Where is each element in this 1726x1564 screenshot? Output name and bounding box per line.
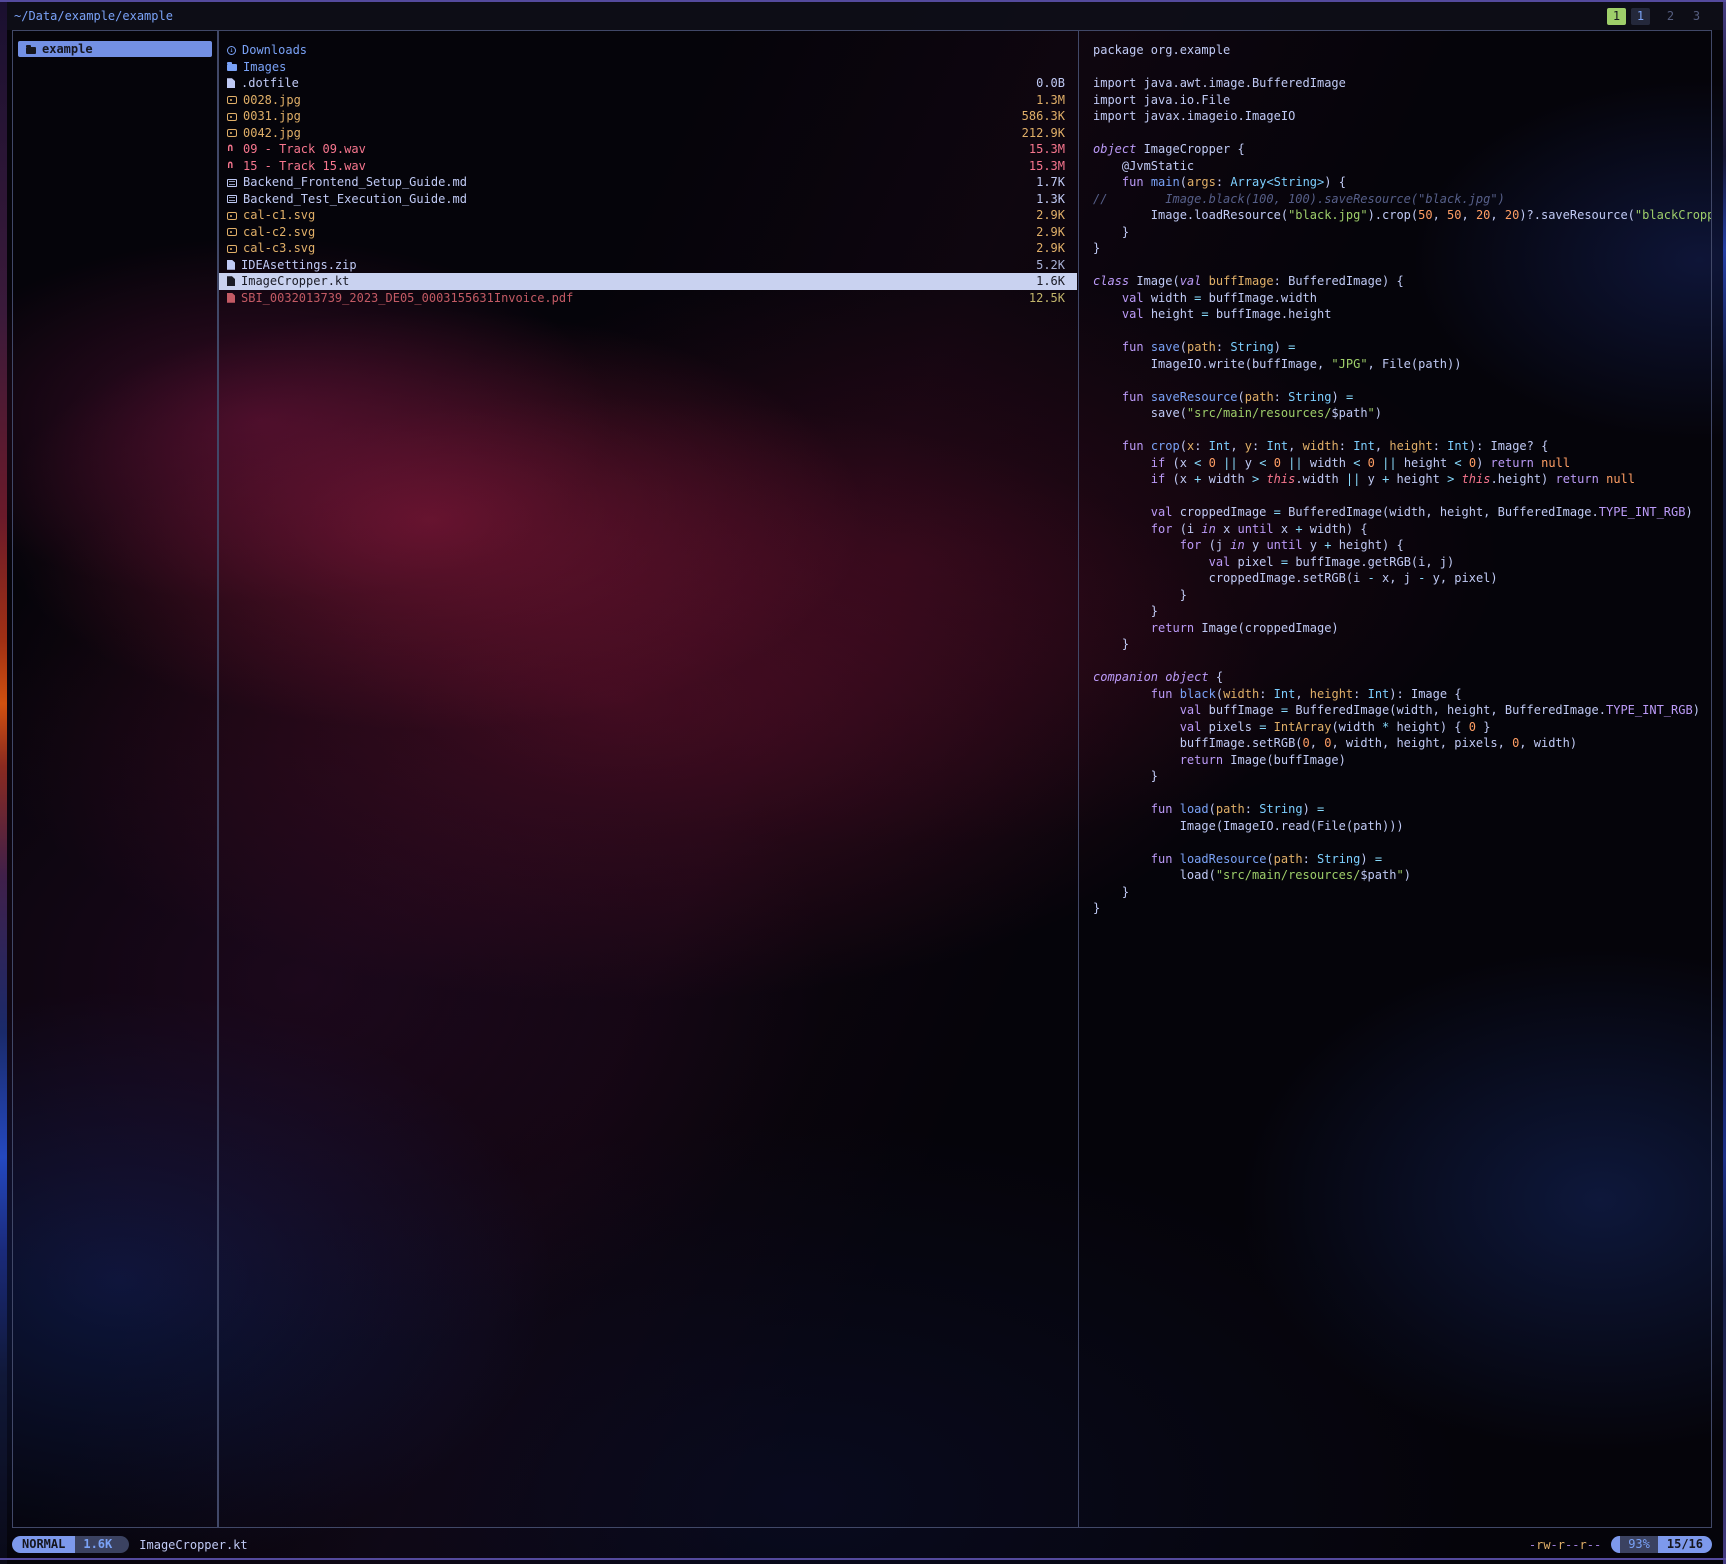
file-name: 0028.jpg: [243, 92, 301, 109]
file-name: SBI_0032013739_2023_DE05_0003155631Invoi…: [241, 290, 573, 307]
pill-cap: [120, 1536, 129, 1553]
file-size: 0.0B: [1028, 75, 1065, 92]
file-row[interactable]: 0028.jpg 1.3M: [219, 92, 1077, 109]
window-bottom-border: [0, 1558, 1726, 1560]
file-row[interactable]: cal-c3.svg 2.9K: [219, 240, 1077, 257]
file-size: 2.9K: [1028, 207, 1065, 224]
file-name: IDEAsettings.zip: [241, 257, 357, 274]
download-icon: [227, 46, 236, 55]
file-row[interactable]: Downloads: [219, 42, 1077, 59]
file-name: 0042.jpg: [243, 125, 301, 142]
file-name: Backend_Test_Execution_Guide.md: [243, 191, 467, 208]
file-row[interactable]: 0042.jpg 212.9K: [219, 125, 1077, 142]
permissions: -rw-r--r--: [1529, 1538, 1601, 1552]
pill-cap: [1611, 1536, 1620, 1553]
sidebar-item-label: example: [42, 41, 93, 57]
image-icon: [227, 212, 237, 220]
file-size-badge: 1.6K: [75, 1536, 120, 1553]
file-name: 09 - Track 09.wav: [243, 141, 366, 158]
pdf-icon: [227, 293, 235, 303]
file-row[interactable]: 15 - Track 15.wav 15.3M: [219, 158, 1077, 175]
file-row[interactable]: 09 - Track 09.wav 15.3M: [219, 141, 1077, 158]
status-filename: ImageCropper.kt: [139, 1538, 247, 1552]
file-size: 15.3M: [1021, 158, 1065, 175]
terminal-screen: ~/Data/example/example 1123 example Down…: [0, 0, 1726, 1564]
archive-icon: [227, 260, 235, 270]
file-row[interactable]: Backend_Frontend_Setup_Guide.md 1.7K: [219, 174, 1077, 191]
breadcrumb-path: ~/Data/example/example: [14, 2, 173, 30]
mode-badge: NORMAL: [12, 1536, 75, 1553]
status-right: -rw-r--r-- 93% 15/16: [1529, 1536, 1712, 1553]
main-pane: DownloadsImages.dotfile0.0B0028.jpg1.3M0…: [218, 30, 1712, 1528]
file-size: 2.9K: [1028, 224, 1065, 241]
cursor-position: 15/16: [1658, 1536, 1712, 1553]
image-icon: [227, 228, 237, 236]
file-size: 5.2K: [1028, 257, 1065, 274]
file-size: 586.3K: [1014, 108, 1065, 125]
wallpaper-left-edge: [0, 0, 7, 1564]
image-icon: [227, 96, 237, 104]
file-name: 15 - Track 15.wav: [243, 158, 366, 175]
file-icon: [227, 78, 235, 88]
file-size: 15.3M: [1021, 141, 1065, 158]
code-lines: package org.exampleimport java.awt.image…: [1085, 31, 1711, 917]
file-name: cal-c1.svg: [243, 207, 315, 224]
audio-icon: [227, 161, 237, 171]
file-row[interactable]: Images: [219, 59, 1077, 76]
tab-3[interactable]: 3: [1687, 8, 1706, 25]
status-bar: NORMAL 1.6K ImageCropper.kt -rw-r--r-- 9…: [12, 1536, 1712, 1553]
file-row[interactable]: cal-c1.svg 2.9K: [219, 207, 1077, 224]
image-icon: [227, 245, 237, 253]
file-name: ImageCropper.kt: [241, 273, 349, 290]
header-bar: ~/Data/example/example 1123: [0, 2, 1726, 30]
file-name: .dotfile: [241, 75, 299, 92]
parent-pane: example: [12, 30, 218, 1528]
file-row[interactable]: cal-c2.svg 2.9K: [219, 224, 1077, 241]
audio-icon: [227, 144, 237, 154]
image-icon: [227, 129, 237, 137]
file-size: 2.9K: [1028, 240, 1065, 257]
file-row[interactable]: SBI_0032013739_2023_DE05_0003155631Invoi…: [219, 290, 1077, 307]
file-size: 12.5K: [1021, 290, 1065, 307]
file-row[interactable]: Backend_Test_Execution_Guide.md 1.3K: [219, 191, 1077, 208]
tab-1[interactable]: 1: [1631, 8, 1650, 25]
file-row[interactable]: 0031.jpg 586.3K: [219, 108, 1077, 125]
file-name: 0031.jpg: [243, 108, 301, 125]
image-icon: [227, 113, 237, 121]
file-size: 1.7K: [1028, 174, 1065, 191]
tab-2[interactable]: 2: [1661, 8, 1680, 25]
tab-indicators: 1123: [1607, 8, 1706, 25]
folder-icon: [227, 64, 237, 71]
tab-1[interactable]: 1: [1607, 8, 1626, 25]
file-list: DownloadsImages.dotfile0.0B0028.jpg1.3M0…: [219, 31, 1077, 306]
file-row[interactable]: IDEAsettings.zip 5.2K: [219, 257, 1077, 274]
file-name: Backend_Frontend_Setup_Guide.md: [243, 174, 467, 191]
markdown-icon: [227, 179, 237, 187]
file-row[interactable]: ImageCropper.kt 1.6K: [219, 273, 1077, 290]
file-name: cal-c2.svg: [243, 224, 315, 241]
file-name: Images: [243, 59, 286, 76]
file-name: Downloads: [242, 42, 307, 59]
file-size: 212.9K: [1014, 125, 1065, 142]
markdown-icon: [227, 195, 237, 203]
file-size: 1.3K: [1028, 191, 1065, 208]
file-size: 1.3M: [1028, 92, 1065, 109]
sidebar-item-example[interactable]: example: [18, 41, 212, 57]
scroll-percent: 93%: [1620, 1536, 1658, 1553]
folder-icon: [26, 47, 36, 54]
file-row[interactable]: .dotfile 0.0B: [219, 75, 1077, 92]
file-name: cal-c3.svg: [243, 240, 315, 257]
window-top-border: [0, 0, 1726, 2]
kotlin-icon: [227, 276, 235, 286]
file-size: 1.6K: [1028, 273, 1065, 290]
